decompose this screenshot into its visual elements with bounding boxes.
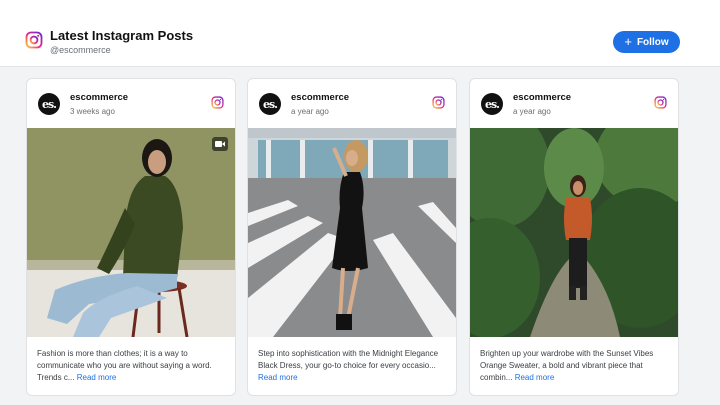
avatar[interactable]: es. [259, 93, 281, 115]
read-more-link[interactable]: Read more [77, 373, 117, 382]
avatar[interactable]: es. [481, 93, 503, 115]
account-handle: @escommerce [50, 45, 111, 55]
post-photo [470, 128, 678, 337]
post-caption: Step into sophistication with the Midnig… [258, 348, 448, 384]
read-more-link[interactable]: Read more [515, 373, 555, 382]
widget-title: Latest Instagram Posts [50, 28, 194, 43]
caption-text: Step into sophistication with the Midnig… [258, 349, 439, 370]
post-time: a year ago [513, 107, 551, 116]
post-username[interactable]: escommerce [513, 92, 571, 103]
post-photo [248, 128, 456, 337]
follow-button[interactable]: + Follow [613, 31, 680, 53]
instagram-icon[interactable] [432, 96, 445, 109]
read-more-link[interactable]: Read more [258, 373, 298, 382]
post-card[interactable]: es. escommerce a year ago Step into soph… [247, 78, 457, 396]
instagram-icon[interactable] [654, 96, 667, 109]
post-username[interactable]: escommerce [70, 92, 128, 103]
post-caption: Brighten up your wardrobe with the Sunse… [480, 348, 670, 384]
post-image[interactable] [27, 128, 235, 337]
post-time: 3 weeks ago [70, 107, 115, 116]
instagram-logo-icon [25, 31, 43, 49]
post-card[interactable]: es. escommerce a year ago Brighten up yo… [469, 78, 679, 396]
plus-icon: + [624, 34, 632, 49]
video-indicator [212, 137, 228, 151]
avatar[interactable]: es. [38, 93, 60, 115]
caption-text: Fashion is more than clothes; it is a wa… [37, 349, 212, 382]
post-username[interactable]: escommerce [291, 92, 349, 103]
post-photo [27, 128, 235, 337]
caption-text: Brighten up your wardrobe with the Sunse… [480, 349, 654, 382]
follow-label: Follow [636, 36, 669, 48]
post-image[interactable] [248, 128, 456, 337]
instagram-icon[interactable] [211, 96, 224, 109]
post-caption: Fashion is more than clothes; it is a wa… [37, 348, 227, 384]
widget-header: Latest Instagram Posts @escommerce + Fol… [0, 0, 720, 67]
post-card[interactable]: es. escommerce 3 weeks ago Fashion is mo… [26, 78, 236, 396]
video-icon [215, 141, 225, 147]
post-time: a year ago [291, 107, 329, 116]
post-image[interactable] [470, 128, 678, 337]
